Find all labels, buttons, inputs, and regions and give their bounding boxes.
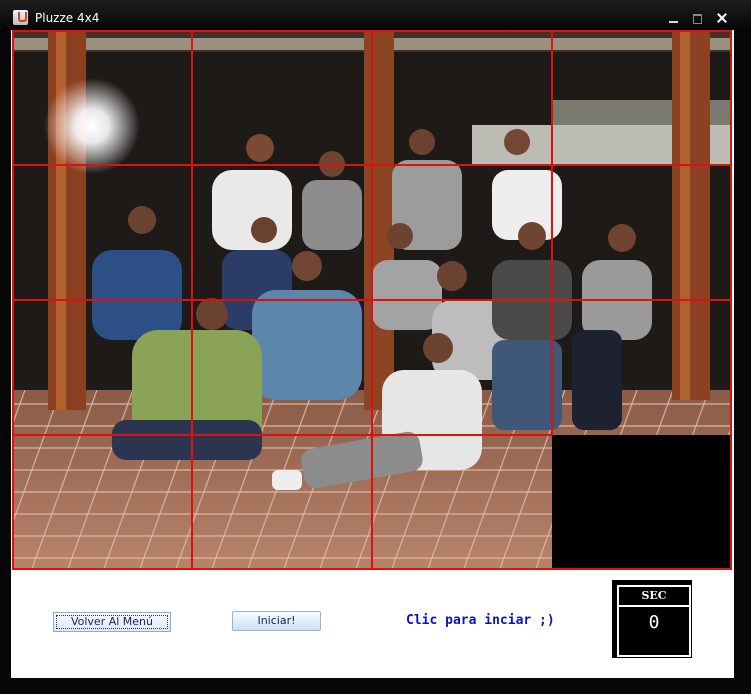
timer-frame: SEC 0 [617,585,691,657]
window-title: Pluzze 4x4 [35,11,100,25]
maximize-icon[interactable] [687,9,708,27]
app-window: Pluzze 4x4 Volver Al Menú Iniciar! Clic … [0,0,751,694]
puzzle-board[interactable] [12,30,732,570]
status-message: Clic para inciar ;) [406,613,555,628]
seconds-timer: SEC 0 [612,580,692,658]
back-to-menu-button[interactable]: Volver Al Menú [53,612,171,632]
minimize-icon[interactable] [663,9,684,27]
puzzle-grid [12,30,732,570]
start-button[interactable]: Iniciar! [232,611,321,631]
java-cup-icon [13,10,28,25]
title-bar[interactable]: Pluzze 4x4 [0,0,751,30]
close-icon[interactable] [711,9,732,27]
timer-label: SEC [619,587,689,607]
timer-value: 0 [648,612,660,633]
